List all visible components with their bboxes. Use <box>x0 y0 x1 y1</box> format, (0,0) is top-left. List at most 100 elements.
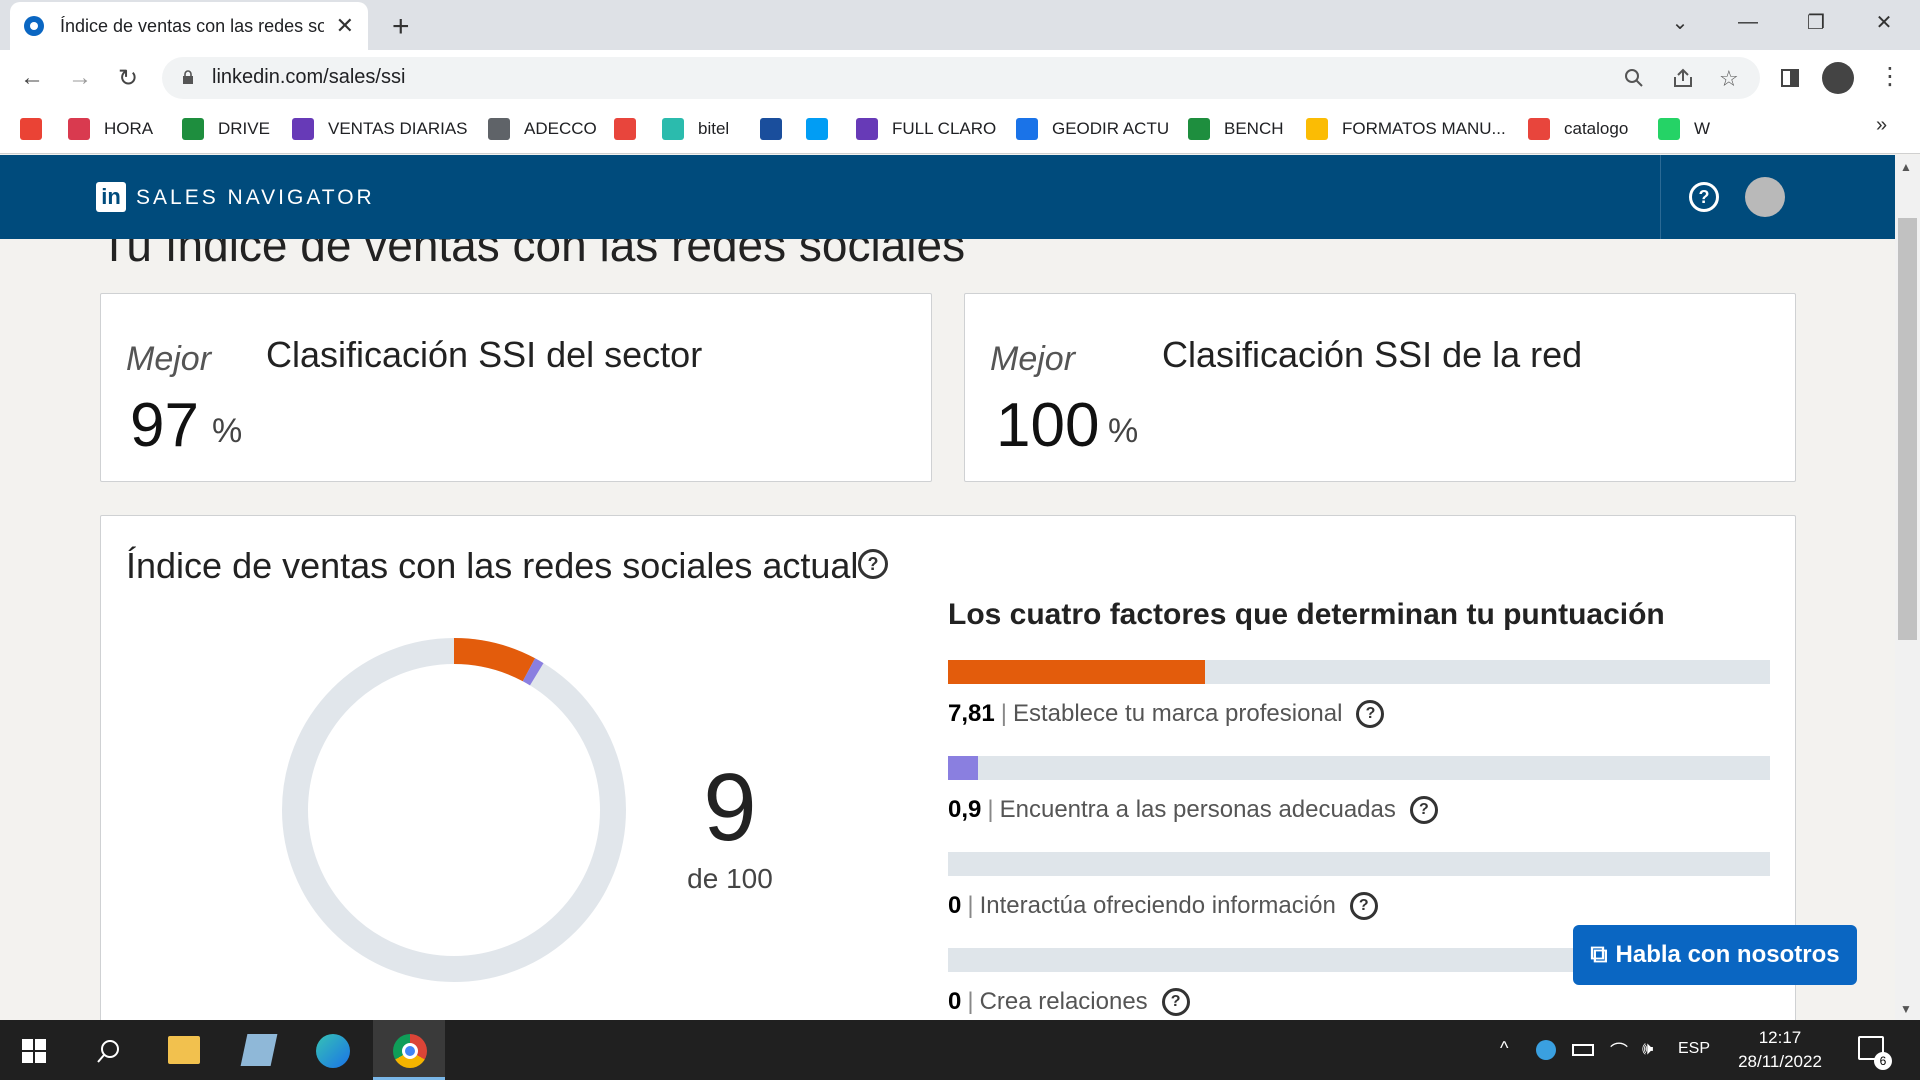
factor-help-icon[interactable]: ? <box>1409 796 1438 824</box>
taskbar-clock[interactable]: 12:17 28/11/2022 <box>1700 1026 1860 1074</box>
bookmark-label: VENTAS DIARIAS <box>328 119 468 138</box>
scrollbar-thumb[interactable] <box>1898 218 1917 640</box>
factor-separator: | <box>967 988 974 1015</box>
drive-icon <box>1306 118 1328 140</box>
bookmark-item[interactable] <box>20 114 56 144</box>
more-bookmarks-button[interactable]: » <box>1876 114 1887 137</box>
factor-separator: | <box>987 796 994 823</box>
bookmark-item[interactable] <box>760 114 796 144</box>
factor-label: Crea relaciones <box>979 988 1148 1015</box>
tab-title: Índice de ventas con las redes sociales <box>60 15 324 36</box>
factor-help-icon[interactable]: ? <box>1161 988 1190 1016</box>
forward-button[interactable]: → <box>64 62 96 94</box>
site-favicon-icon <box>24 16 44 36</box>
scroll-up-arrow-icon[interactable]: ▲ <box>1900 160 1912 174</box>
battery-icon[interactable] <box>1572 1044 1594 1056</box>
factor-help-icon[interactable]: ? <box>1356 700 1385 728</box>
factor-row: 7,81 | Establece tu marca profesional? <box>948 700 1385 728</box>
close-tab-icon[interactable]: ✕ <box>336 13 354 39</box>
bookmark-item[interactable] <box>614 114 650 144</box>
globe-icon <box>488 118 510 140</box>
ssi-score: 9 <box>703 754 757 861</box>
bookmark-label: ADECCO <box>524 119 597 138</box>
chrome-menu-icon[interactable]: ⋮ <box>1878 62 1902 91</box>
wifi-icon[interactable]: ⌒ <box>1610 1038 1628 1064</box>
movistar-icon <box>806 118 828 140</box>
share-icon[interactable] <box>1672 67 1694 89</box>
new-tab-button[interactable]: + <box>392 10 410 44</box>
notifications-count: 6 <box>1874 1052 1892 1070</box>
browser-tab[interactable]: Índice de ventas con las redes sociales … <box>10 2 368 50</box>
bookmark-item[interactable]: FORMATOS MANU... <box>1306 114 1506 144</box>
bookmark-item[interactable]: bitel <box>662 114 729 144</box>
network-rank-value: 100 <box>996 391 1100 460</box>
bookmark-label: FULL CLARO <box>892 119 997 138</box>
zoom-search-icon[interactable] <box>1624 68 1644 88</box>
show-hidden-icons-icon[interactable]: ^ <box>1500 1038 1508 1059</box>
ssi-donut-chart <box>282 638 626 982</box>
chat-button-label: Habla con nosotros <box>1615 941 1840 968</box>
forms-icon <box>292 118 314 140</box>
restore-button[interactable]: ❐ <box>1788 0 1844 44</box>
factor-row: 0 | Crea relaciones? <box>948 988 1190 1016</box>
factor-bar-fill <box>948 660 1205 684</box>
side-panel-icon[interactable] <box>1780 68 1800 88</box>
factor-value: 0 <box>948 988 962 1015</box>
network-rank-label: Clasificación SSI de la red <box>1162 334 1583 375</box>
help-question-icon[interactable]: ? <box>1689 182 1719 212</box>
url-text[interactable]: linkedin.com/sales/ssi <box>212 66 405 89</box>
industry-rank-unit: % <box>212 412 243 450</box>
bookmark-item[interactable]: DRIVE <box>182 114 270 144</box>
donut-segment-1 <box>522 658 544 686</box>
clock-date: 28/11/2022 <box>1738 1052 1822 1071</box>
minimize-button[interactable]: — <box>1720 0 1776 44</box>
bookmark-label: W <box>1694 119 1711 138</box>
reload-button[interactable]: ↻ <box>112 62 144 94</box>
network-globe-icon[interactable] <box>1536 1040 1556 1060</box>
bookmark-label: bitel <box>698 119 730 138</box>
header-divider-line <box>1660 155 1661 239</box>
e-icon <box>760 118 782 140</box>
bookmark-item[interactable]: ADECCO <box>488 114 597 144</box>
scroll-down-arrow-icon[interactable]: ▼ <box>1900 1002 1912 1016</box>
volume-icon[interactable]: 🕪 <box>1642 1038 1653 1059</box>
factor-bar-fill <box>948 756 978 780</box>
file-explorer-icon[interactable] <box>168 1036 200 1064</box>
product-name-label[interactable]: SALES NAVIGATOR <box>136 186 375 210</box>
factor-separator: | <box>967 892 974 919</box>
bookmark-star-icon[interactable]: ☆ <box>1719 66 1739 92</box>
industry-rank-label: Clasificación SSI del sector <box>266 334 703 375</box>
back-button[interactable]: ← <box>16 62 48 94</box>
close-window-button[interactable]: ✕ <box>1856 0 1912 44</box>
profile-avatar[interactable] <box>1822 62 1854 94</box>
ssi-help-icon[interactable]: ? <box>858 549 888 579</box>
factor-separator: | <box>1000 700 1007 727</box>
bookmark-item[interactable]: BENCH <box>1188 114 1284 144</box>
bookmark-item[interactable]: catalogo <box>1528 114 1628 144</box>
tab-search-chevron-icon[interactable]: ⌄ <box>1652 0 1708 44</box>
linkedin-logo-mark[interactable]: in <box>96 182 126 212</box>
edge-browser-icon[interactable] <box>316 1034 350 1068</box>
bookmark-item[interactable] <box>806 114 842 144</box>
network-rank-prefix: Mejor <box>990 340 1076 378</box>
bookmark-item[interactable]: VENTAS DIARIAS <box>292 114 468 144</box>
bookmark-item[interactable]: GEODIR ACTU <box>1016 114 1169 144</box>
factor-value: 0 <box>948 892 962 919</box>
factor-label: Interactúa ofreciendo información <box>979 892 1336 919</box>
bookmark-item[interactable]: FULL CLARO <box>856 114 996 144</box>
search-icon[interactable] <box>96 1038 122 1064</box>
bookmark-item[interactable]: W <box>1658 114 1710 144</box>
factor-row: 0,9 | Encuentra a las personas adecuadas? <box>948 796 1438 824</box>
people-icon <box>614 118 636 140</box>
user-avatar-photo[interactable] <box>1745 177 1785 217</box>
people-icon <box>1528 118 1550 140</box>
bookmark-item[interactable]: HORA <box>68 114 153 144</box>
factor-help-icon[interactable]: ? <box>1349 892 1378 920</box>
factors-title: Los cuatro factores que determinan tu pu… <box>948 598 1665 631</box>
windows-taskbar <box>0 1020 1920 1080</box>
factor-bar-track <box>948 852 1770 876</box>
windows-start-icon[interactable] <box>22 1039 46 1063</box>
chrome-icon[interactable] <box>393 1034 427 1068</box>
chat-with-us-button[interactable]: ⧉ Habla con nosotros <box>1573 925 1857 985</box>
sheets-icon <box>1188 118 1210 140</box>
